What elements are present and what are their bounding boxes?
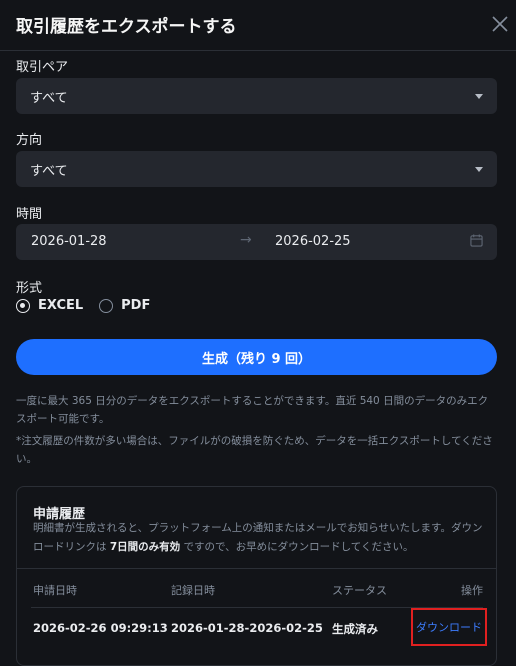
history-description: 明細書が生成されると、プラットフォーム上の通知またはメールでお知らせいたします。… xyxy=(33,522,483,553)
time-label: 時間 xyxy=(16,207,43,222)
date-range-picker[interactable]: 2026-01-28 → 2026-02-25 xyxy=(16,224,497,260)
column-header-status: ステータス xyxy=(332,584,387,597)
close-icon[interactable] xyxy=(490,14,510,34)
bulk-export-note: *注文履歴の件数が多い場合は、ファイルがの破損を防ぐため、データを一括エクスポー… xyxy=(16,435,493,465)
format-option-label: PDF xyxy=(121,298,151,313)
end-date-input[interactable]: 2026-02-25 xyxy=(275,234,351,249)
radio-icon xyxy=(99,298,114,313)
pair-select[interactable]: すべて xyxy=(16,78,497,114)
direction-label: 方向 xyxy=(16,133,43,148)
direction-select-value: すべて xyxy=(30,163,68,179)
pair-select-value: すべて xyxy=(30,90,68,106)
radio-icon xyxy=(16,298,30,313)
export-limit-note: 一度に最大 365 日分のデータをエクスポートすることができます。直近 540 … xyxy=(16,395,489,425)
download-button[interactable]: ダウンロード xyxy=(411,608,487,646)
column-header-record: 記録日時 xyxy=(171,584,215,597)
calendar-icon[interactable] xyxy=(470,234,483,247)
link-validity-text: 7日間のみ有効 xyxy=(109,541,181,553)
format-option-excel[interactable]: EXCEL xyxy=(16,298,83,313)
start-date-input[interactable]: 2026-01-28 xyxy=(31,234,107,249)
format-radio-group: EXCEL PDF xyxy=(16,298,166,313)
column-header-action: 操作 xyxy=(461,584,483,597)
dialog-header: 取引履歴をエクスポートする xyxy=(0,0,516,51)
format-option-pdf[interactable]: PDF xyxy=(99,298,150,313)
arrow-right-icon: → xyxy=(240,232,252,248)
row-applied-time: 2026-02-26 09:29:13 xyxy=(33,621,168,635)
divider xyxy=(17,568,496,569)
format-option-label: EXCEL xyxy=(38,298,84,313)
row-record-range: 2026-01-28-2026-02-25 xyxy=(171,621,323,635)
caret-down-icon xyxy=(475,93,483,99)
format-label: 形式 xyxy=(16,281,43,296)
dialog-title: 取引履歴をエクスポートする xyxy=(16,17,237,37)
column-header-applied: 申請日時 xyxy=(33,584,77,597)
request-history-panel: 申請履歴 明細書が生成されると、プラットフォーム上の通知またはメールでお知らせい… xyxy=(16,486,497,666)
row-status: 生成済み xyxy=(332,622,378,636)
caret-down-icon xyxy=(475,166,483,172)
generate-button[interactable]: 生成（残り 9 回） xyxy=(16,339,497,375)
direction-select[interactable]: すべて xyxy=(16,151,497,187)
pair-label: 取引ペア xyxy=(16,60,69,75)
